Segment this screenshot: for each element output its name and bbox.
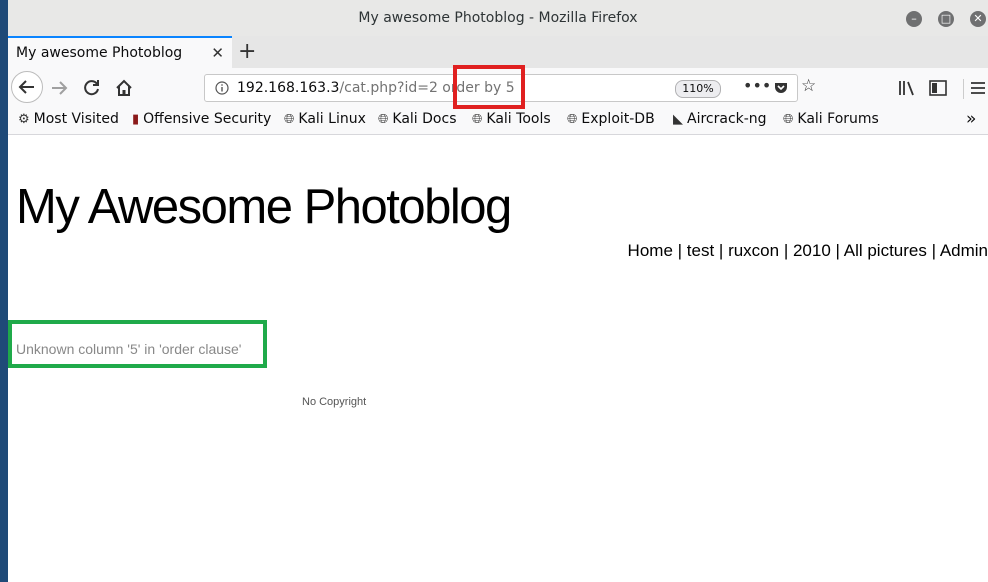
back-arrow-icon [18,80,34,94]
globe-icon: 🌐︎ [567,112,578,127]
close-tab-icon[interactable]: ✕ [211,44,224,62]
bookmark-kali-forums[interactable]: 🌐︎ Kali Forums [783,111,879,127]
globe-icon: 🌐︎ [378,112,389,127]
bookmark-kali-docs[interactable]: 🌐︎ Kali Docs [378,111,457,127]
toolbar-divider [963,79,964,99]
home-icon[interactable] [114,78,134,98]
bookmarks-overflow-icon[interactable]: » [966,109,976,129]
bookmarks-toolbar: ⚙ Most Visited ▮ Offensive Security 🌐︎ Kali… [8,108,988,135]
offsec-icon: ▮ [132,112,140,127]
bookmark-exploit-db[interactable]: 🌐︎ Exploit-DB [567,111,655,127]
bookmark-kali-tools[interactable]: 🌐︎ Kali Tools [472,111,551,127]
browser-window: My awesome Photoblog - Mozilla Firefox –… [8,0,988,582]
info-icon[interactable] [215,81,229,95]
pocket-icon[interactable] [773,80,789,96]
tab-label: My awesome Photoblog [16,45,183,61]
tab-bar: My awesome Photoblog ✕ + [8,36,988,68]
forward-arrow-icon[interactable] [48,78,70,98]
new-tab-button[interactable]: + [238,39,256,64]
site-nav: Home | test | ruxcon | 2010 | All pictur… [627,241,988,260]
nav-all-pictures[interactable]: All pictures [844,241,927,260]
nav-ruxcon[interactable]: ruxcon [728,241,779,260]
footer-copyright: No Copyright [302,396,367,408]
reload-icon[interactable] [82,78,102,98]
page-actions-icon[interactable]: ••• [743,76,771,95]
tab-photoblog[interactable]: My awesome Photoblog ✕ [8,36,232,68]
title-bar: My awesome Photoblog - Mozilla Firefox –… [8,0,988,37]
bookmark-star-icon[interactable]: ☆ [801,76,816,96]
aircrack-icon: ◣ [673,112,683,127]
globe-icon: 🌐︎ [284,112,295,127]
url-highlight-box [453,65,525,109]
window-title: My awesome Photoblog - Mozilla Firefox [358,10,638,26]
sidebar-icon[interactable] [929,80,947,96]
bookmark-aircrack-ng[interactable]: ◣ Aircrack-ng [673,111,767,127]
bookmark-kali-linux[interactable]: 🌐︎ Kali Linux [284,111,366,127]
bookmark-offensive-security[interactable]: ▮ Offensive Security [132,111,271,127]
gear-icon: ⚙ [18,112,30,127]
globe-icon: 🌐︎ [472,112,483,127]
menu-icon[interactable] [970,80,986,96]
nav-2010[interactable]: 2010 [793,241,831,260]
back-button[interactable] [11,71,43,103]
close-window-button[interactable]: ✕ [970,11,986,27]
nav-test[interactable]: test [687,241,714,260]
maximize-button[interactable]: □ [938,11,954,27]
error-highlight-box [8,320,267,368]
nav-home[interactable]: Home [628,241,673,260]
bookmark-most-visited[interactable]: ⚙ Most Visited [18,111,119,127]
site-title: My Awesome Photoblog [16,180,512,234]
library-icon[interactable] [898,79,916,97]
minimize-button[interactable]: – [906,11,922,27]
nav-admin[interactable]: Admin [940,241,988,260]
globe-icon: 🌐︎ [783,112,794,127]
zoom-indicator[interactable]: 110% [675,80,721,98]
url-host: 192.168.163.3 [237,80,340,96]
